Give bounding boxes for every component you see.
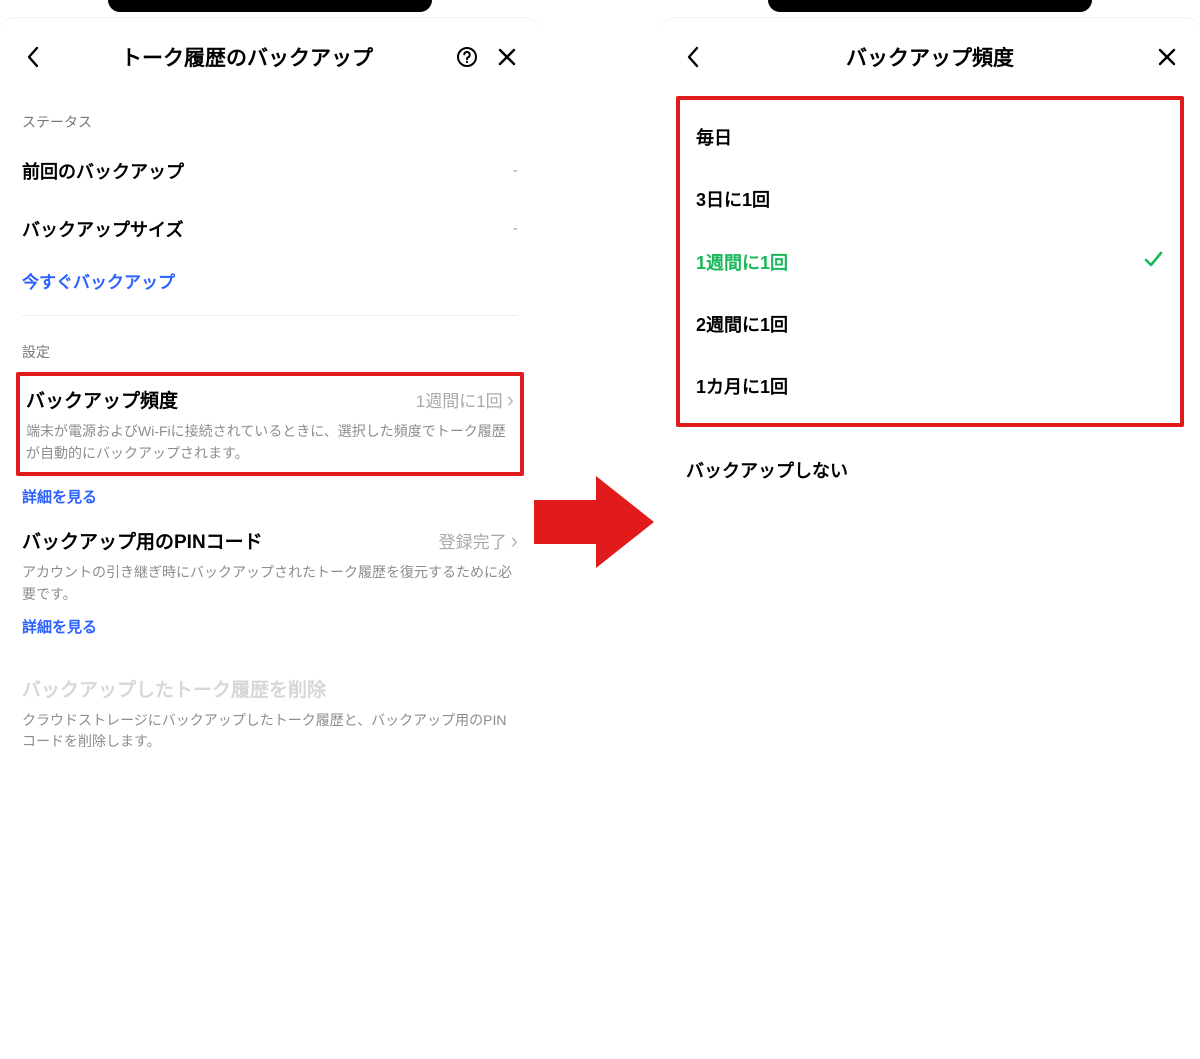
- device-notch: [768, 0, 1092, 12]
- chevron-right-icon: ›: [507, 387, 514, 413]
- sheet-top-curve: [660, 18, 1200, 32]
- backup-pin-desc: アカウントの引き継ぎ時にバックアップされたトーク履歴を復元するために必要です。: [22, 562, 518, 605]
- frequency-option-daily[interactable]: 毎日: [690, 106, 1170, 168]
- close-button[interactable]: [1152, 42, 1182, 72]
- chevron-left-icon: [25, 45, 41, 69]
- backup-pin-value: 登録完了 ›: [439, 528, 518, 554]
- pin-see-more-link[interactable]: 詳細を見る: [22, 616, 518, 637]
- backup-size-label: バックアップサイズ: [22, 216, 183, 242]
- help-button[interactable]: [452, 42, 482, 72]
- frequency-options-list: 毎日 3日に1回 1週間に1回 2週間に1回 1カ月に1回: [676, 96, 1184, 427]
- back-button[interactable]: [18, 42, 48, 72]
- chevron-left-icon: [685, 45, 701, 69]
- help-icon: [456, 46, 478, 68]
- backup-frequency-value-text: 1週間に1回: [416, 387, 503, 412]
- backup-size-value: -: [513, 220, 518, 238]
- option-label: 1週間に1回: [696, 249, 788, 275]
- delete-backup-desc: クラウドストレージにバックアップしたトーク履歴と、バックアップ用のPINコードを…: [22, 710, 518, 753]
- settings-section-label: 設定: [22, 342, 518, 362]
- option-label: 2週間に1回: [696, 311, 788, 337]
- backup-pin-setting[interactable]: バックアップ用のPINコード 登録完了 › アカウントの引き継ぎ時にバックアップ…: [22, 527, 518, 605]
- back-button[interactable]: [678, 42, 708, 72]
- status-section-label: ステータス: [22, 112, 518, 132]
- close-icon: [497, 47, 517, 67]
- option-label: バックアップしない: [686, 461, 848, 481]
- frequency-option-none[interactable]: バックアップしない: [660, 439, 1200, 501]
- flow-arrow-icon: [534, 476, 654, 568]
- check-icon: [1142, 248, 1164, 275]
- last-backup-value: -: [513, 162, 518, 180]
- screen-backup-frequency: バックアップ頻度 毎日 3日に1回 1週間に1回 2週間に1回 1カ: [660, 0, 1200, 1059]
- option-label: 毎日: [696, 124, 732, 150]
- close-button[interactable]: [492, 42, 522, 72]
- section-divider: [22, 315, 518, 316]
- close-icon: [1157, 47, 1177, 67]
- backup-frequency-setting[interactable]: バックアップ頻度 1週間に1回 › 端末が電源およびWi-Fiに接続されていると…: [16, 372, 524, 476]
- frequency-see-more-link[interactable]: 詳細を見る: [22, 486, 518, 507]
- delete-backup-setting: バックアップしたトーク履歴を削除 クラウドストレージにバックアップしたトーク履歴…: [22, 675, 518, 753]
- last-backup-row: 前回のバックアップ -: [22, 142, 518, 200]
- option-label: 3日に1回: [696, 186, 770, 212]
- chevron-right-icon: ›: [511, 528, 518, 554]
- page-title: バックアップ頻度: [708, 42, 1152, 72]
- device-notch: [108, 0, 432, 12]
- delete-backup-title: バックアップしたトーク履歴を削除: [22, 675, 518, 702]
- header-bar: トーク履歴のバックアップ: [0, 32, 540, 86]
- frequency-option-weekly[interactable]: 1週間に1回: [690, 230, 1170, 293]
- frequency-option-2weeks[interactable]: 2週間に1回: [690, 293, 1170, 355]
- option-label: 1カ月に1回: [696, 373, 788, 399]
- sheet-top-curve: [0, 18, 540, 32]
- backup-now-button[interactable]: 今すぐバックアップ: [22, 258, 518, 315]
- backup-frequency-value: 1週間に1回 ›: [416, 387, 514, 413]
- last-backup-label: 前回のバックアップ: [22, 158, 184, 184]
- frequency-option-monthly[interactable]: 1カ月に1回: [690, 355, 1170, 417]
- backup-pin-value-text: 登録完了: [439, 528, 507, 553]
- header-bar: バックアップ頻度: [660, 32, 1200, 86]
- page-title: トーク履歴のバックアップ: [48, 42, 446, 72]
- backup-frequency-title: バックアップ頻度: [26, 386, 178, 413]
- backup-size-row: バックアップサイズ -: [22, 200, 518, 258]
- backup-pin-title: バックアップ用のPINコード: [22, 527, 263, 554]
- backup-frequency-desc: 端末が電源およびWi-Fiに接続されているときに、選択した頻度でトーク履歴が自動…: [26, 421, 514, 464]
- frequency-option-3days[interactable]: 3日に1回: [690, 168, 1170, 230]
- screen-backup-settings: トーク履歴のバックアップ ステータス 前回のバックアップ - バックアップサイズ…: [0, 0, 540, 1059]
